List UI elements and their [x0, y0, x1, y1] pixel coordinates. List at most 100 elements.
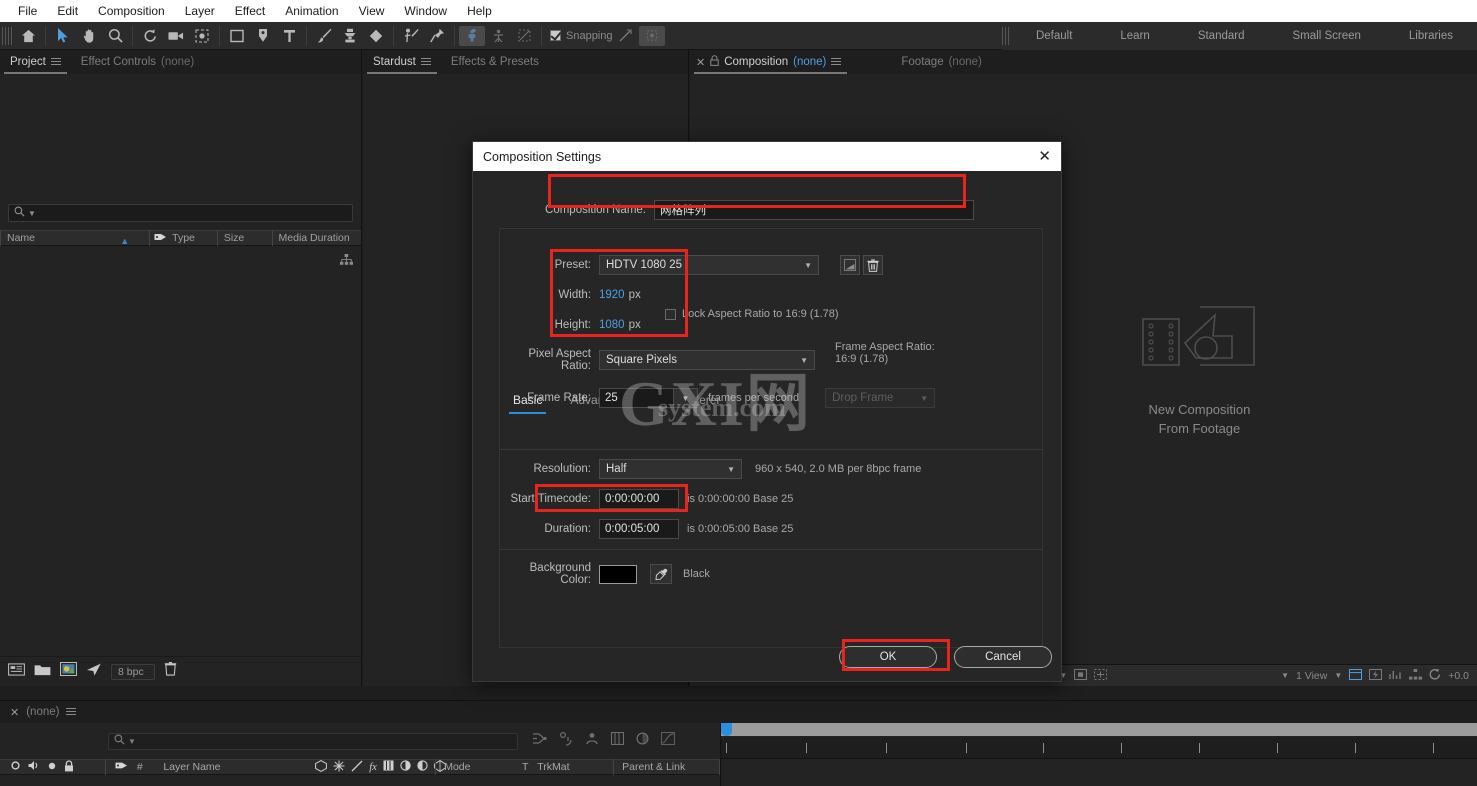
ok-button[interactable]: OK — [839, 646, 937, 668]
panel-menu-icon[interactable] — [66, 708, 76, 716]
reset-exposure-icon[interactable] — [1429, 668, 1441, 683]
preset-dropdown[interactable]: HDTV 1080 25 ▼ — [599, 255, 819, 275]
shape-tool-icon[interactable] — [224, 24, 250, 48]
timeline-graph-icon[interactable] — [1389, 669, 1402, 683]
project-item-list[interactable] — [0, 246, 361, 656]
width-value[interactable]: 1920 — [599, 289, 625, 301]
audio-toggle-icon[interactable] — [28, 760, 40, 774]
mask-tool-icon[interactable] — [511, 24, 537, 48]
brush-tool-icon[interactable] — [311, 24, 337, 48]
workspace-default[interactable]: Default — [1012, 22, 1096, 50]
frame-rate-input[interactable]: 25 — [599, 388, 674, 408]
comp-flowchart-icon[interactable] — [1409, 669, 1422, 683]
solo-toggle-icon[interactable] — [47, 761, 57, 774]
chevron-down-icon[interactable]: ▼ — [1281, 671, 1289, 680]
lock-icon[interactable] — [710, 55, 719, 69]
column-layer-name[interactable]: Layer Name — [163, 761, 315, 773]
timeline-search-input[interactable]: ▼ — [108, 733, 518, 750]
column-name[interactable]: Name ▲ — [0, 230, 149, 246]
selection-tool-icon[interactable] — [50, 24, 76, 48]
frame-blend-switch-icon[interactable] — [383, 760, 394, 774]
pan-behind-tool-icon[interactable] — [189, 24, 215, 48]
lock-aspect-checkbox[interactable] — [665, 309, 676, 320]
quality-switch-icon[interactable] — [351, 760, 363, 775]
column-media-duration[interactable]: Media Duration — [272, 230, 361, 246]
column-size[interactable]: Size — [217, 230, 272, 246]
panel-menu-icon[interactable] — [51, 58, 61, 66]
enable-frame-blending-icon[interactable] — [611, 732, 624, 750]
tab-effects-and-presets[interactable]: Effects & Presets — [441, 50, 549, 74]
pixel-aspect-ratio-dropdown[interactable]: Square Pixels ▼ — [599, 350, 815, 370]
eraser-tool-icon[interactable] — [363, 24, 389, 48]
time-navigator-start[interactable] — [721, 723, 732, 736]
label-tag-icon[interactable] — [115, 760, 128, 774]
3d-layer-switch-icon[interactable] — [315, 760, 327, 775]
roto-brush-tool-icon[interactable] — [398, 24, 424, 48]
toggle-transparency-grid-icon[interactable] — [1094, 669, 1107, 683]
column-type[interactable]: Type — [149, 230, 217, 246]
pen-tool-icon[interactable] — [250, 24, 276, 48]
tab-composition[interactable]: ✕ Composition (none) — [690, 50, 851, 74]
lock-toggle-icon[interactable] — [64, 760, 74, 775]
column-parent-and-link[interactable]: Parent & Link — [614, 761, 719, 773]
cancel-button[interactable]: Cancel — [954, 646, 1052, 668]
column-mode[interactable]: Mode — [436, 761, 522, 773]
transform-box-icon[interactable] — [639, 26, 665, 46]
home-icon[interactable] — [15, 24, 41, 48]
workspace-standard[interactable]: Standard — [1174, 22, 1269, 50]
close-icon[interactable]: ✕ — [1038, 149, 1051, 164]
workspace-grip[interactable] — [1002, 27, 1010, 45]
delete-icon[interactable] — [164, 662, 177, 681]
zoom-tool-icon[interactable] — [102, 24, 128, 48]
align-layers-icon[interactable] — [459, 26, 485, 46]
timeline-horizontal-scrollbar[interactable] — [721, 723, 1477, 736]
tab-project[interactable]: Project — [0, 50, 71, 74]
start-timecode-input[interactable]: 0:00:00:00 — [599, 489, 679, 509]
timeline-layer-rows[interactable] — [0, 775, 720, 786]
chevron-down-icon[interactable]: ▼ — [1334, 671, 1342, 680]
project-search-input[interactable]: ▼ — [8, 204, 353, 222]
tab-effect-controls[interactable]: Effect Controls (none) — [71, 50, 204, 74]
workspace-learn[interactable]: Learn — [1096, 22, 1173, 50]
background-color-swatch[interactable] — [599, 565, 637, 584]
column-t[interactable]: T — [522, 761, 537, 773]
snapping-checkbox[interactable] — [550, 30, 561, 41]
composition-name-input[interactable]: 网格阵列 — [654, 200, 974, 220]
exposure-value[interactable]: +0.0 — [1448, 670, 1469, 682]
type-tool-icon[interactable] — [276, 24, 302, 48]
collapse-transform-icon[interactable] — [333, 760, 345, 775]
lock-aspect-row[interactable]: Lock Aspect Ratio to 16:9 (1.78) — [665, 308, 839, 320]
menu-item-composition[interactable]: Composition — [88, 0, 175, 22]
duration-input[interactable]: 0:00:05:00 — [599, 519, 679, 539]
hand-tool-icon[interactable] — [76, 24, 102, 48]
clone-stamp-tool-icon[interactable] — [337, 24, 363, 48]
save-preset-button[interactable] — [840, 255, 860, 275]
menu-item-help[interactable]: Help — [457, 0, 502, 22]
tab-stardust[interactable]: Stardust — [363, 50, 441, 74]
interpret-footage-icon[interactable] — [8, 663, 25, 681]
hide-shy-layers-icon[interactable] — [585, 732, 599, 750]
fast-previews-icon[interactable] — [1369, 669, 1382, 683]
delete-preset-button[interactable] — [863, 255, 883, 275]
eyedropper-button[interactable] — [650, 564, 672, 584]
resolution-dropdown[interactable]: Half ▼ — [599, 459, 742, 479]
video-toggle-icon[interactable] — [10, 760, 21, 774]
toolbar-grip[interactable] — [2, 27, 12, 45]
tab-footage[interactable]: Footage (none) — [891, 50, 991, 74]
close-icon[interactable]: ✕ — [696, 56, 705, 69]
frame-rate-dropdown[interactable]: ▼ — [674, 388, 698, 408]
motion-blur-switch-icon[interactable] — [400, 760, 411, 774]
close-icon[interactable]: ✕ — [10, 706, 19, 719]
enable-motion-blur-icon[interactable] — [636, 732, 649, 750]
snapping-toggle[interactable]: Snapping — [550, 30, 613, 42]
menu-item-file[interactable]: File — [8, 0, 47, 22]
timeline-ruler[interactable] — [721, 737, 1477, 759]
height-value[interactable]: 1080 — [599, 319, 625, 331]
composition-mini-flowchart-icon[interactable] — [532, 732, 547, 750]
align-tools-icon[interactable] — [485, 24, 511, 48]
snap-align-icon[interactable] — [613, 24, 639, 48]
bit-depth-button[interactable]: 8 bpc — [111, 664, 155, 680]
effects-switch-icon[interactable]: fx — [369, 762, 377, 773]
new-composition-icon[interactable] — [60, 662, 77, 681]
menu-item-animation[interactable]: Animation — [275, 0, 348, 22]
